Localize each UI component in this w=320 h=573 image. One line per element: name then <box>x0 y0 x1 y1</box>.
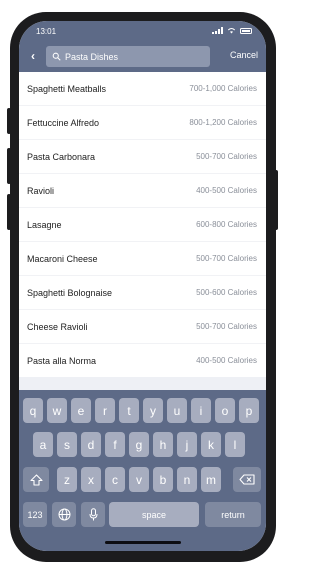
search-icon <box>52 52 61 61</box>
globe-key[interactable] <box>52 502 76 527</box>
key-v[interactable]: v <box>129 467 149 492</box>
results-list: Spaghetti Meatballs 700-1,000 Calories F… <box>19 72 266 378</box>
key-m[interactable]: m <box>201 467 221 492</box>
key-s[interactable]: s <box>57 432 77 457</box>
key-i[interactable]: i <box>191 398 211 423</box>
key-q[interactable]: q <box>23 398 43 423</box>
key-e[interactable]: e <box>71 398 91 423</box>
backspace-key[interactable] <box>233 467 261 492</box>
key-t[interactable]: t <box>119 398 139 423</box>
search-header: 13:01 ‹ Pasta Dishes Cancel <box>19 21 266 72</box>
search-query: Pasta Dishes <box>65 51 119 62</box>
list-item[interactable]: Pasta alla Norma 400-500 Calories <box>19 344 266 378</box>
signal-icon <box>212 27 223 34</box>
dish-calories: 500-700 Calories <box>196 152 257 161</box>
dictation-key[interactable] <box>81 502 105 527</box>
microphone-icon <box>89 508 97 521</box>
search-input[interactable]: Pasta Dishes <box>46 46 210 67</box>
dish-calories: 500-700 Calories <box>196 254 257 263</box>
list-fade <box>19 377 266 390</box>
numbers-key[interactable]: 123 <box>23 502 47 527</box>
dish-name: Macaroni Cheese <box>27 253 98 264</box>
dish-name: Spaghetti Meatballs <box>27 83 107 94</box>
status-bar: 13:01 <box>19 21 266 43</box>
key-k[interactable]: k <box>201 432 221 457</box>
key-u[interactable]: u <box>167 398 187 423</box>
dish-calories: 500-700 Calories <box>196 322 257 331</box>
dish-name: Lasagne <box>27 219 62 230</box>
list-item[interactable]: Spaghetti Meatballs 700-1,000 Calories <box>19 72 266 106</box>
status-time: 13:01 <box>36 27 57 36</box>
key-r[interactable]: r <box>95 398 115 423</box>
dish-calories: 700-1,000 Calories <box>189 84 257 93</box>
key-f[interactable]: f <box>105 432 125 457</box>
key-j[interactable]: j <box>177 432 197 457</box>
dish-calories: 500-600 Calories <box>196 288 257 297</box>
dish-name: Pasta alla Norma <box>27 355 97 366</box>
key-h[interactable]: h <box>153 432 173 457</box>
space-key[interactable]: space <box>109 502 199 527</box>
key-b[interactable]: b <box>153 467 173 492</box>
dish-name: Fettuccine Alfredo <box>27 117 100 128</box>
shift-arrow-icon <box>29 473 43 486</box>
dish-name: Ravioli <box>27 185 55 196</box>
status-icons <box>212 27 252 34</box>
cancel-button[interactable]: Cancel <box>230 50 258 60</box>
dish-calories: 800-1,200 Calories <box>189 118 257 127</box>
dish-name: Spaghetti Bolognaise <box>27 287 113 298</box>
home-indicator <box>105 541 181 544</box>
dish-calories: 400-500 Calories <box>196 356 257 365</box>
key-y[interactable]: y <box>143 398 163 423</box>
key-g[interactable]: g <box>129 432 149 457</box>
phone-screen: 13:01 ‹ Pasta Dishes Cancel Spaghetti Me… <box>19 21 266 551</box>
list-item[interactable]: Spaghetti Bolognaise 500-600 Calories <box>19 276 266 310</box>
shift-key[interactable] <box>23 467 49 492</box>
search-row: ‹ Pasta Dishes Cancel <box>19 45 266 69</box>
key-o[interactable]: o <box>215 398 235 423</box>
dish-calories: 600-800 Calories <box>196 220 257 229</box>
key-z[interactable]: z <box>57 467 77 492</box>
key-l[interactable]: l <box>225 432 245 457</box>
dish-name: Cheese Ravioli <box>27 321 88 332</box>
backspace-icon <box>239 474 255 485</box>
back-chevron-icon[interactable]: ‹ <box>27 47 39 65</box>
keyboard: q w e r t y u i o p a s d f g h j k l z … <box>19 390 266 551</box>
key-p[interactable]: p <box>239 398 259 423</box>
key-x[interactable]: x <box>81 467 101 492</box>
wifi-icon <box>227 28 236 34</box>
dish-calories: 400-500 Calories <box>196 186 257 195</box>
list-item[interactable]: Macaroni Cheese 500-700 Calories <box>19 242 266 276</box>
key-n[interactable]: n <box>177 467 197 492</box>
return-key[interactable]: return <box>205 502 261 527</box>
key-a[interactable]: a <box>33 432 53 457</box>
list-item[interactable]: Cheese Ravioli 500-700 Calories <box>19 310 266 344</box>
list-item[interactable]: Fettuccine Alfredo 800-1,200 Calories <box>19 106 266 140</box>
battery-icon <box>240 27 252 34</box>
dish-name: Pasta Carbonara <box>27 151 96 162</box>
list-item[interactable]: Lasagne 600-800 Calories <box>19 208 266 242</box>
list-item[interactable]: Pasta Carbonara 500-700 Calories <box>19 140 266 174</box>
list-item[interactable]: Ravioli 400-500 Calories <box>19 174 266 208</box>
globe-icon <box>58 508 70 521</box>
key-d[interactable]: d <box>81 432 101 457</box>
key-w[interactable]: w <box>47 398 67 423</box>
key-c[interactable]: c <box>105 467 125 492</box>
